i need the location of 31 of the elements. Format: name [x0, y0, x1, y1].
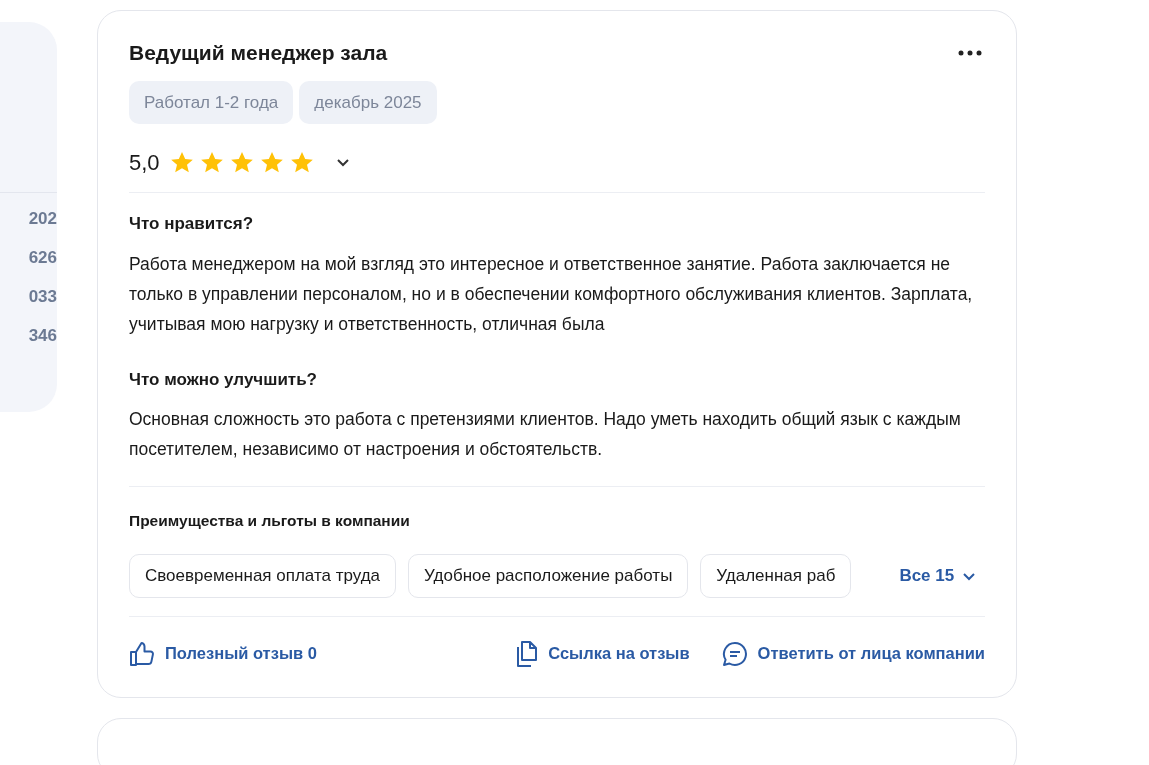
review-text: Основная сложность это работа с претензиями клиентов. Надо уметь находить общий язык с каждым посетителем, независимо от настроения и обстоятельств. — [129, 408, 962, 461]
show-all-button[interactable]: Все 15 — [899, 563, 977, 589]
thumbs-up-icon — [129, 640, 155, 667]
stat-number: 033 — [28, 287, 57, 307]
benefit-tag: Своевременная оплата труда — [129, 554, 397, 598]
star-icon — [289, 151, 314, 174]
benefit-tag: Удобное расположение работы — [408, 554, 689, 598]
star-icon — [259, 151, 284, 174]
review-title: Ведущий менеджер зала — [129, 40, 388, 66]
stat-number: 202 — [28, 209, 57, 229]
stat-number: 346 — [28, 326, 57, 346]
rating-value: 5,0 — [129, 149, 160, 177]
review-text: Работа менеджером на мой взгляд это интересное и ответственное занятие. Работа заключается не только в управлении персоналом, но и в обеспечении комфортного обслуживания клиентов. Зарплата, учитывая мою нагрузку и ответственность, отличная была — [129, 252, 974, 336]
benefit-tag: Удаленная раб — [700, 554, 852, 598]
helpful-button[interactable]: Полезный отзыв 0 — [129, 640, 317, 667]
chevron-down-icon — [962, 571, 977, 581]
star-icon — [169, 151, 194, 174]
stat-number: 626 — [28, 248, 57, 268]
section-heading: Что можно улучшить? — [129, 368, 318, 391]
reply-button[interactable]: Ответить от лица компании — [721, 640, 985, 667]
star-icon — [229, 151, 254, 174]
review-tag: Работал 1-2 года — [129, 80, 294, 124]
chevron-down-icon[interactable] — [335, 158, 350, 167]
copy-icon — [514, 640, 539, 667]
more-icon[interactable] — [958, 49, 982, 56]
benefits-heading: Преимущества и льготы в компании — [129, 511, 411, 531]
star-icon — [199, 151, 224, 174]
chat-bubble-icon — [721, 640, 748, 667]
review-tag: декабрь 2025 — [299, 80, 437, 124]
copy-link-button[interactable]: Ссылка на отзыв — [514, 640, 690, 667]
section-heading: Что нравится? — [129, 213, 255, 235]
